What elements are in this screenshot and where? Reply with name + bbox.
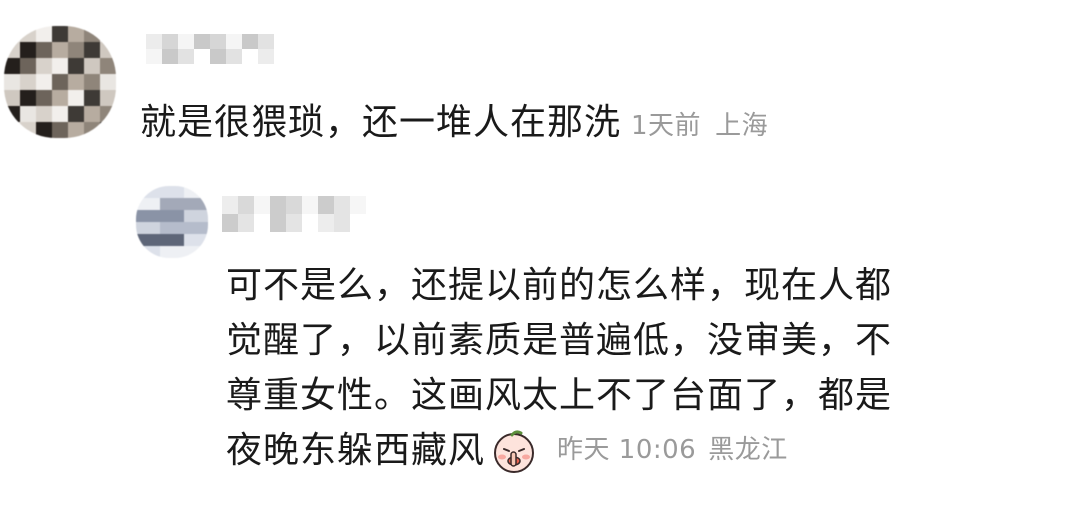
comment-text: 就是很猥琐，还一堆人在那洗: [140, 102, 622, 143]
peach-shush-emoji-icon: [491, 428, 537, 474]
reply-text-line-2: 觉醒了，以前素质是普遍低，没审美，不: [226, 320, 893, 361]
reply-last-line: 夜晚东躲西藏风 昨天 10:06 黑龙江: [226, 423, 1062, 478]
comment-time: 1天前: [631, 111, 702, 141]
replier-username[interactable]: [222, 196, 366, 232]
reply-body: 可不是么，还提以前的怎么样，现在人都 觉醒了，以前素质是普遍低，没审美，不 尊重…: [226, 258, 1062, 478]
commenter-username[interactable]: [146, 34, 274, 64]
comment-line: 就是很猥琐，还一堆人在那洗 1天前 上海: [140, 101, 768, 144]
reply-text-line-1: 可不是么，还提以前的怎么样，现在人都: [226, 265, 893, 306]
reply-text-line-3: 尊重女性。这画风太上不了台面了，都是: [226, 375, 893, 416]
reply-location: 黑龙江: [708, 435, 788, 465]
reply-text-line-4: 夜晚东躲西藏风: [226, 430, 486, 471]
commenter-avatar[interactable]: [4, 26, 116, 138]
comment-location: 上海: [715, 111, 769, 141]
replier-avatar[interactable]: [136, 186, 208, 258]
reply-time: 昨天 10:06: [557, 435, 697, 465]
